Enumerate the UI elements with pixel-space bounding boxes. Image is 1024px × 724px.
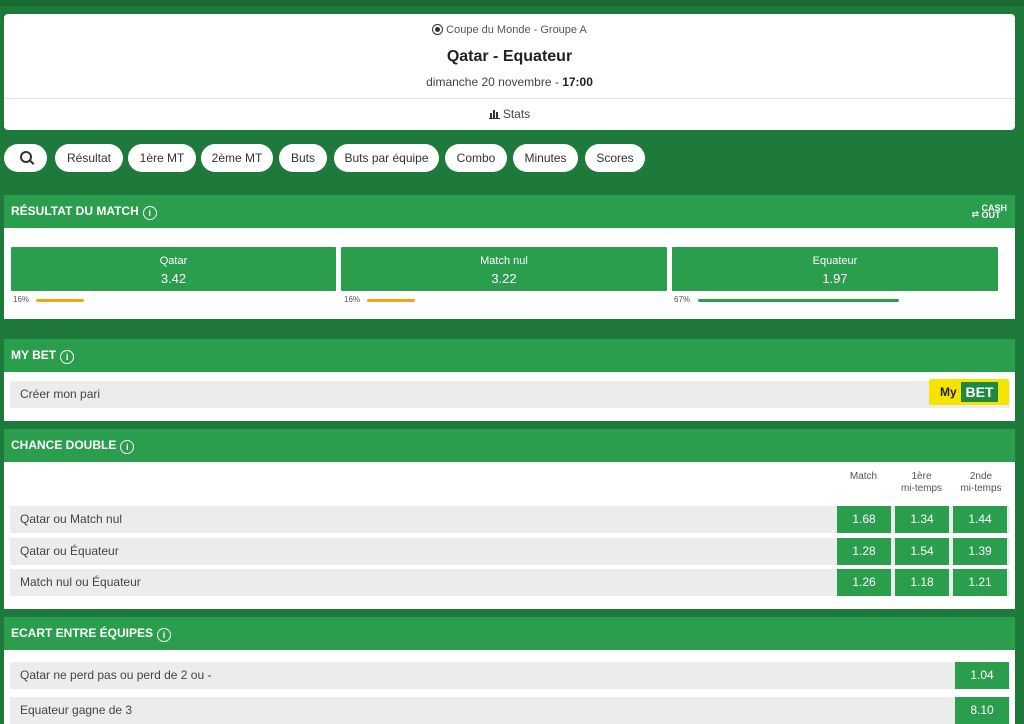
column-header-line2: mi-temps bbox=[960, 483, 1002, 494]
filter-minutes[interactable]: Minutes bbox=[513, 144, 578, 172]
odd-button[interactable]: 1.34 bbox=[895, 506, 949, 533]
odd-button-qatar[interactable]: Qatar 3.42 bbox=[11, 247, 336, 291]
match-time: 17:00 bbox=[562, 75, 593, 89]
divider bbox=[4, 98, 1015, 99]
outcome-label: Equateur bbox=[812, 255, 858, 267]
mybet-logo[interactable]: My BET bbox=[929, 379, 1009, 405]
column-header-line2: Match bbox=[849, 471, 878, 482]
odd-button[interactable]: 8.10 bbox=[955, 697, 1009, 724]
column-header-2nde-mi-temps: 2nde mi-temps bbox=[952, 471, 1010, 495]
filter-combo[interactable]: Combo bbox=[445, 144, 507, 172]
percentage-bar bbox=[698, 299, 899, 302]
outcome-odd: 3.22 bbox=[491, 271, 517, 286]
info-icon[interactable]: i bbox=[120, 440, 135, 454]
row-label: Equateur gagne de 3 bbox=[20, 703, 133, 717]
column-header-line1: 2nde bbox=[969, 471, 993, 482]
percentage-bar bbox=[36, 299, 84, 302]
outcome-label: Qatar bbox=[159, 255, 188, 267]
section-header[interactable]: RÉSULTAT DU MATCH i ⇄ CASH OUT bbox=[4, 195, 1015, 228]
section-header[interactable]: ECART ENTRE ÉQUIPES i bbox=[4, 617, 1015, 650]
info-icon[interactable]: i bbox=[142, 206, 157, 220]
soccer-ball-icon bbox=[432, 24, 444, 35]
filter-resultat[interactable]: Résultat bbox=[55, 144, 123, 172]
table-row: Qatar ne perd pas ou perd de 2 ou - bbox=[10, 662, 1010, 689]
filter-1ere-mt[interactable]: 1ère MT bbox=[128, 144, 196, 172]
column-header-1ere-mi-temps: 1ère mi-temps bbox=[894, 471, 949, 495]
competition-label: Coupe du Monde - Groupe A bbox=[446, 24, 587, 36]
section-header[interactable]: CHANCE DOUBLE i bbox=[4, 429, 1015, 462]
odd-button[interactable]: 1.54 bbox=[895, 538, 949, 565]
filter-2eme-mt[interactable]: 2ème MT bbox=[201, 144, 273, 172]
outcome-percentage: 16% bbox=[344, 295, 361, 304]
odd-button[interactable]: 1.44 bbox=[953, 506, 1007, 533]
odd-button-equateur[interactable]: Equateur 1.97 bbox=[672, 247, 998, 291]
section-title: CHANCE DOUBLE bbox=[11, 438, 117, 452]
section-ecart: ECART ENTRE ÉQUIPES i Qatar ne perd pas o… bbox=[4, 617, 1015, 724]
match-date: dimanche 20 novembre - 17:00 bbox=[4, 75, 1015, 89]
row-label: Qatar ou Match nul bbox=[20, 512, 123, 526]
bar-chart-icon bbox=[488, 108, 500, 119]
create-bet-label: Créer mon pari bbox=[20, 387, 101, 401]
match-day: dimanche 20 novembre - bbox=[426, 75, 563, 89]
section-title: MY BET bbox=[11, 348, 57, 362]
odd-button[interactable]: 1.26 bbox=[837, 569, 891, 596]
odd-button[interactable]: 1.28 bbox=[837, 538, 891, 565]
outcome-odd: 3.42 bbox=[160, 271, 187, 286]
outcome-label: Match nul bbox=[480, 255, 528, 267]
section-header[interactable]: MY BET i bbox=[4, 339, 1015, 372]
odd-button[interactable]: 1.39 bbox=[953, 538, 1007, 565]
column-header-match: Match bbox=[836, 471, 891, 483]
stats-link[interactable]: Stats bbox=[4, 107, 1015, 121]
outcome-percentage: 67% bbox=[674, 295, 691, 304]
outcome-percentage: 16% bbox=[13, 295, 30, 304]
filter-scores[interactable]: Scores bbox=[585, 144, 645, 172]
odd-button[interactable]: 1.68 bbox=[837, 506, 891, 533]
match-title: Qatar - Equateur bbox=[446, 48, 573, 65]
stats-label: Stats bbox=[502, 107, 531, 121]
column-header-line2: mi-temps bbox=[900, 483, 943, 494]
row-label: Qatar ou Équateur bbox=[20, 544, 119, 558]
odd-button[interactable]: 1.21 bbox=[953, 569, 1007, 596]
search-icon bbox=[19, 151, 32, 163]
section-title: RÉSULTAT DU MATCH bbox=[11, 204, 139, 218]
create-bet-row[interactable]: Créer mon pari bbox=[10, 381, 1010, 408]
cashout-icon: ⇄ CASH OUT bbox=[971, 203, 1007, 220]
percentage-bar bbox=[367, 299, 415, 302]
odd-button[interactable]: 1.18 bbox=[895, 569, 949, 596]
row-label: Qatar ne perd pas ou perd de 2 ou - bbox=[20, 668, 212, 682]
competition: Coupe du Monde - Groupe A bbox=[4, 24, 1015, 36]
logo-bet: BET bbox=[961, 382, 998, 402]
column-header-line1: 1ère bbox=[911, 471, 932, 482]
odd-button[interactable]: 1.04 bbox=[955, 662, 1009, 689]
row-label: Match nul ou Équateur bbox=[20, 575, 141, 589]
odd-button-match-nul[interactable]: Match nul 3.22 bbox=[341, 247, 667, 291]
event-header: Coupe du Monde - Groupe A Qatar - Equate… bbox=[4, 14, 1015, 130]
table-row: Equateur gagne de 3 bbox=[10, 697, 1010, 724]
info-icon[interactable]: i bbox=[157, 628, 172, 642]
search-button[interactable] bbox=[4, 144, 47, 172]
outcome-odd: 1.97 bbox=[822, 271, 848, 286]
section-resultat: RÉSULTAT DU MATCH i ⇄ CASH OUT Qatar 3.42 … bbox=[4, 195, 1015, 319]
section-mybet: MY BET i Créer mon pari My BET bbox=[4, 339, 1015, 421]
info-icon[interactable]: i bbox=[60, 350, 75, 364]
section-chance-double: CHANCE DOUBLE i Match 1ère mi-temps 2nde … bbox=[4, 429, 1015, 609]
top-strip bbox=[0, 0, 1024, 6]
logo-my: My bbox=[940, 385, 957, 399]
filter-buts[interactable]: Buts bbox=[279, 144, 327, 172]
filter-buts-par-equipe[interactable]: Buts par équipe bbox=[334, 144, 439, 172]
cashout-label-bottom: OUT bbox=[981, 210, 1001, 220]
section-title: ECART ENTRE ÉQUIPES bbox=[11, 626, 154, 640]
